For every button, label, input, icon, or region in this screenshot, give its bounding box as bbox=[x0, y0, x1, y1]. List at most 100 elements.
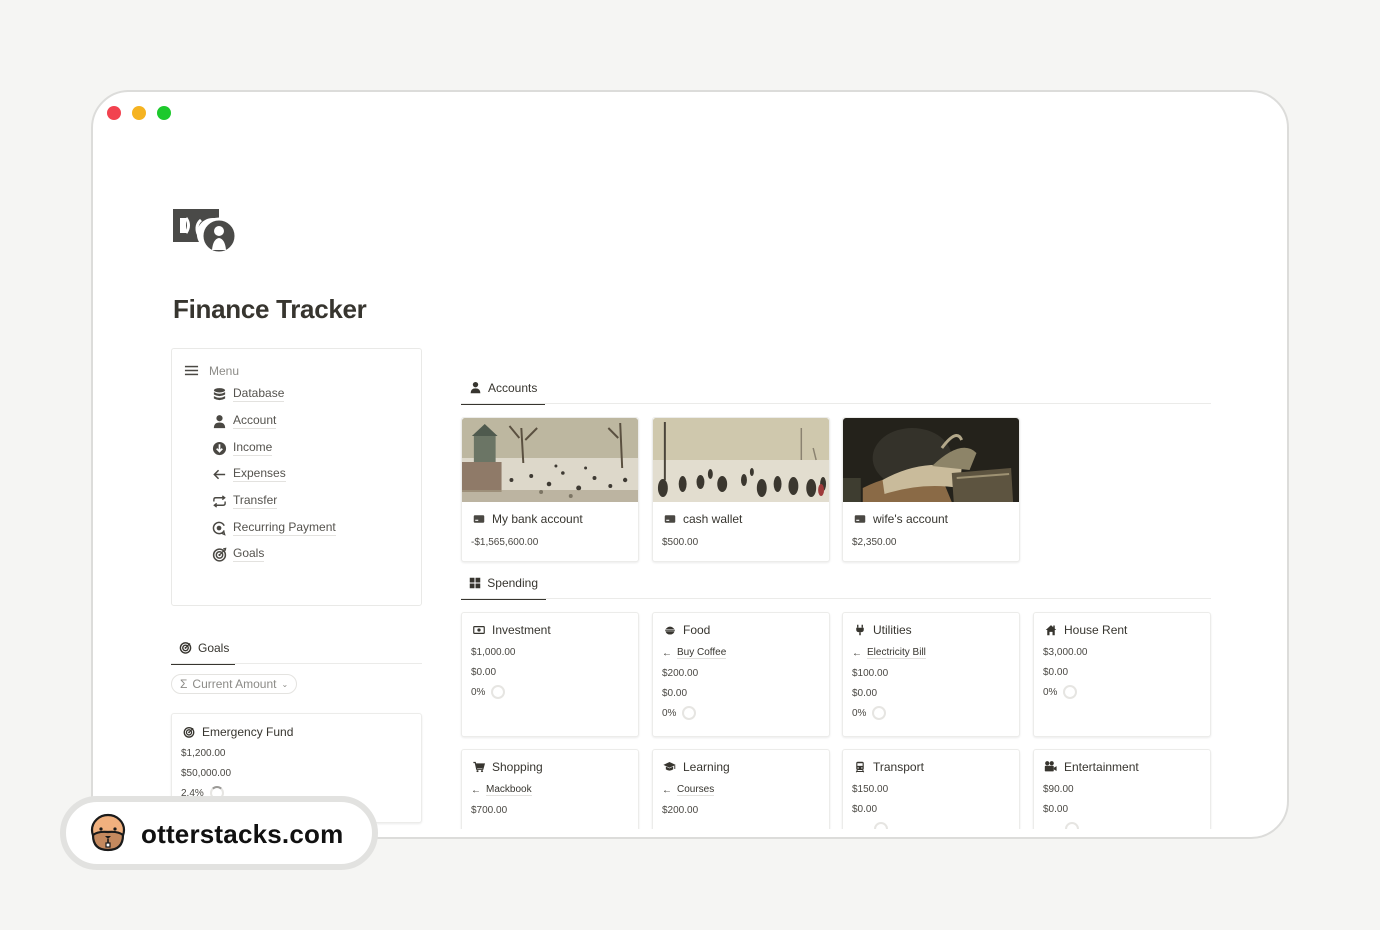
spending-title-row: Entertainment bbox=[1043, 759, 1201, 774]
account-cover-image bbox=[653, 418, 829, 502]
progress-ring bbox=[1065, 822, 1079, 829]
arrow-left-icon: ← bbox=[471, 784, 481, 796]
spending-related-item[interactable]: ← Electricity Bill bbox=[852, 647, 1019, 659]
spending-title: House Rent bbox=[1064, 622, 1128, 637]
spending-title-row: House Rent bbox=[1043, 622, 1201, 637]
account-cover-image bbox=[843, 418, 1019, 502]
banner-text: otterstacks.com bbox=[141, 819, 344, 849]
spending-related-item[interactable]: ← Courses bbox=[662, 784, 829, 796]
menu-item-label: Account bbox=[233, 413, 277, 429]
spending-title-row: Investment bbox=[471, 622, 629, 637]
progress-ring bbox=[1063, 685, 1078, 699]
progress-ring bbox=[872, 706, 887, 720]
account-cover-image bbox=[462, 418, 638, 502]
tab-label: Goals bbox=[198, 640, 230, 655]
credit-card-icon bbox=[852, 511, 867, 526]
spending-card[interactable]: Food ← Buy Coffee $200.00 $0.00 0% bbox=[652, 612, 830, 737]
money-bill-icon bbox=[471, 622, 486, 637]
menu-item-label: Database bbox=[233, 386, 285, 402]
spending-card[interactable]: Investment $1,000.00 $0.00 0% bbox=[461, 612, 639, 737]
menu-item-database[interactable]: Database bbox=[212, 386, 285, 402]
menu-item-goals[interactable]: Goals bbox=[212, 546, 265, 562]
goal-target-amount: $50,000.00 bbox=[181, 768, 232, 779]
arrow-left-icon bbox=[212, 467, 227, 482]
account-card[interactable]: wife's account $2,350.00 bbox=[842, 417, 1020, 562]
money-icon[interactable] bbox=[173, 206, 241, 256]
spending-progress bbox=[1043, 822, 1210, 829]
spending-budget: $200.00 bbox=[662, 805, 699, 816]
spending-budget: $150.00 bbox=[852, 784, 889, 795]
goal-title: Emergency Fund bbox=[202, 724, 294, 739]
related-item-label: Buy Coffee bbox=[677, 647, 727, 659]
account-title-row: cash wallet bbox=[662, 511, 820, 526]
goals-tab-divider bbox=[171, 663, 422, 664]
goal-card-title-row: Emergency Fund bbox=[181, 724, 412, 739]
arrow-down-circle-icon bbox=[212, 441, 227, 456]
arrow-left-icon: ← bbox=[852, 647, 862, 659]
hamburger-menu-icon bbox=[184, 363, 199, 378]
related-item-label: Courses bbox=[677, 784, 715, 796]
spending-card[interactable]: Learning ← Courses $200.00 bbox=[652, 749, 830, 829]
menu-item-income[interactable]: Income bbox=[212, 440, 273, 456]
spending-spent: $0.00 bbox=[852, 688, 878, 699]
current-amount-filter[interactable]: Σ Current Amount ⌄ bbox=[171, 674, 298, 694]
spending-progress-value: 0% bbox=[1043, 686, 1058, 698]
grid-icon bbox=[469, 575, 481, 590]
spending-card[interactable]: House Rent $3,000.00 $0.00 0% bbox=[1033, 612, 1211, 737]
spending-budget: $200.00 bbox=[662, 668, 699, 679]
sigma-icon: Σ bbox=[180, 677, 188, 691]
otter-icon bbox=[90, 813, 126, 853]
arrow-left-icon: ← bbox=[662, 647, 672, 659]
spending-related-item[interactable]: ← Buy Coffee bbox=[662, 647, 829, 659]
credit-card-icon bbox=[662, 511, 677, 526]
menu-header[interactable]: Menu bbox=[184, 363, 239, 378]
menu-item-label: Recurring Payment bbox=[233, 520, 336, 536]
spending-spent: $0.00 bbox=[852, 804, 878, 815]
spending-progress: 0% bbox=[471, 685, 638, 699]
menu-item-account[interactable]: Account bbox=[212, 413, 277, 429]
menu-item-recurring-payment[interactable]: Recurring Payment bbox=[212, 520, 336, 536]
menu-item-label: Transfer bbox=[233, 493, 278, 509]
house-icon bbox=[1043, 622, 1058, 637]
goal-current-amount: $1,200.00 bbox=[181, 748, 226, 759]
account-card[interactable]: My bank account -$1,565,600.00 bbox=[461, 417, 639, 562]
recurring-icon bbox=[212, 521, 227, 536]
spending-related-item[interactable]: ← Mackbook bbox=[471, 784, 638, 796]
spending-title: Learning bbox=[683, 759, 730, 774]
person-icon bbox=[212, 414, 227, 429]
spending-title: Entertainment bbox=[1064, 759, 1139, 774]
spending-card[interactable]: Transport $150.00 $0.00 bbox=[842, 749, 1020, 829]
related-item-label: Mackbook bbox=[486, 784, 532, 796]
graduation-cap-icon bbox=[662, 759, 677, 774]
spending-title-row: Transport bbox=[852, 759, 1010, 774]
tab-goals[interactable]: Goals bbox=[171, 640, 235, 665]
account-name: cash wallet bbox=[683, 511, 743, 526]
progress-ring bbox=[682, 706, 697, 720]
spending-card[interactable]: Entertainment $90.00 $0.00 bbox=[1033, 749, 1211, 829]
spending-spent: $0.00 bbox=[1043, 667, 1069, 678]
arrow-left-icon: ← bbox=[662, 784, 672, 796]
otterstacks-banner[interactable]: otterstacks.com bbox=[60, 796, 378, 870]
tab-accounts[interactable]: Accounts bbox=[461, 380, 545, 405]
spending-card[interactable]: Shopping ← Mackbook $700.00 bbox=[461, 749, 639, 829]
spending-progress: 0% bbox=[852, 706, 1019, 720]
account-balance: $500.00 bbox=[662, 537, 699, 548]
target-icon bbox=[179, 640, 192, 655]
spending-card[interactable]: Utilities ← Electricity Bill $100.00 $0.… bbox=[842, 612, 1020, 737]
bowl-icon bbox=[662, 622, 677, 637]
tab-spending[interactable]: Spending bbox=[461, 575, 546, 600]
account-card[interactable]: cash wallet $500.00 bbox=[652, 417, 830, 562]
spending-tab-divider bbox=[461, 598, 1211, 599]
menu-item-expenses[interactable]: Expenses bbox=[212, 466, 286, 482]
spending-title: Transport bbox=[873, 759, 924, 774]
spending-title-row: Shopping bbox=[471, 759, 629, 774]
progress-ring bbox=[491, 685, 506, 699]
account-name: My bank account bbox=[492, 511, 583, 526]
spending-progress-value: 0% bbox=[471, 686, 486, 698]
filter-label: Current Amount bbox=[192, 677, 277, 691]
menu-item-transfer[interactable]: Transfer bbox=[212, 493, 278, 509]
plug-icon bbox=[852, 622, 867, 637]
accounts-tab-divider bbox=[461, 403, 1211, 404]
tab-label: Accounts bbox=[488, 380, 538, 395]
spending-title: Utilities bbox=[873, 622, 912, 637]
